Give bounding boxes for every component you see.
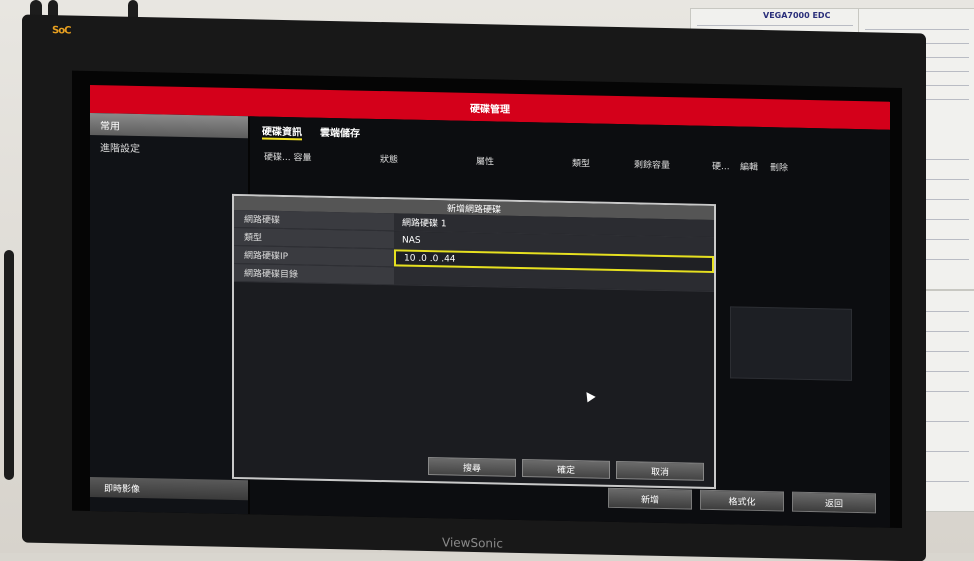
sidebar-item-advanced[interactable]: 進階設定 [90,135,248,160]
field-label: 網路硬碟目錄 [234,263,394,285]
field-label: 網路硬碟IP [234,245,394,267]
live-view-button[interactable]: 即時影像 [90,476,248,501]
paper-header: VEGA7000 EDC [763,11,831,20]
column-header: 剩餘容量 [634,160,671,172]
tab-disk-info[interactable]: 硬碟資訊 [262,122,302,141]
cable [4,250,14,480]
field-label: 網路硬碟 [234,209,394,231]
back-button[interactable]: 返回 [792,491,876,514]
monitor-bezel: SoC 硬碟管理 常用 進階設定 即時影像 硬碟資訊 雲端儲存 硬碟... 容量… [22,14,926,561]
format-button[interactable]: 格式化 [700,489,784,512]
add-button[interactable]: 新增 [608,487,692,510]
brand-logo: SoC [52,25,71,37]
monitor-screen: 硬碟管理 常用 進階設定 即時影像 硬碟資訊 雲端儲存 硬碟... 容量 狀態 … [72,70,902,528]
column-header: 狀態 [380,155,399,166]
column-header: 硬... [712,161,730,173]
field-label: 類型 [234,227,394,249]
column-header: 刪除 [770,163,789,174]
main-button-group: 新增 格式化 返回 [608,487,876,514]
add-network-disk-dialog: 新增網路硬碟 網路硬碟 網路硬碟 1 類型 NAS 網路硬碟IP 10 .0 .… [232,193,716,490]
search-button[interactable]: 搜尋 [428,457,516,477]
live-view-label: 即時影像 [104,483,141,495]
sidebar-item-label: 進階設定 [100,142,140,155]
tab-cloud-storage[interactable]: 雲端儲存 [320,124,360,142]
column-header: 類型 [572,159,591,170]
ok-button[interactable]: 確定 [522,459,610,479]
column-header: 編輯 [740,162,759,173]
sidebar: 常用 進階設定 即時影像 [90,112,248,515]
sidebar-item-label: 常用 [100,120,120,133]
monitor-brand: ViewSonic [442,535,503,551]
dialog-button-group: 搜尋 確定 取消 [428,457,704,481]
column-header: 屬性 [476,157,495,168]
column-header: 硬碟... 容量 [264,152,312,164]
background-panel [730,306,852,381]
cancel-button[interactable]: 取消 [616,460,704,481]
